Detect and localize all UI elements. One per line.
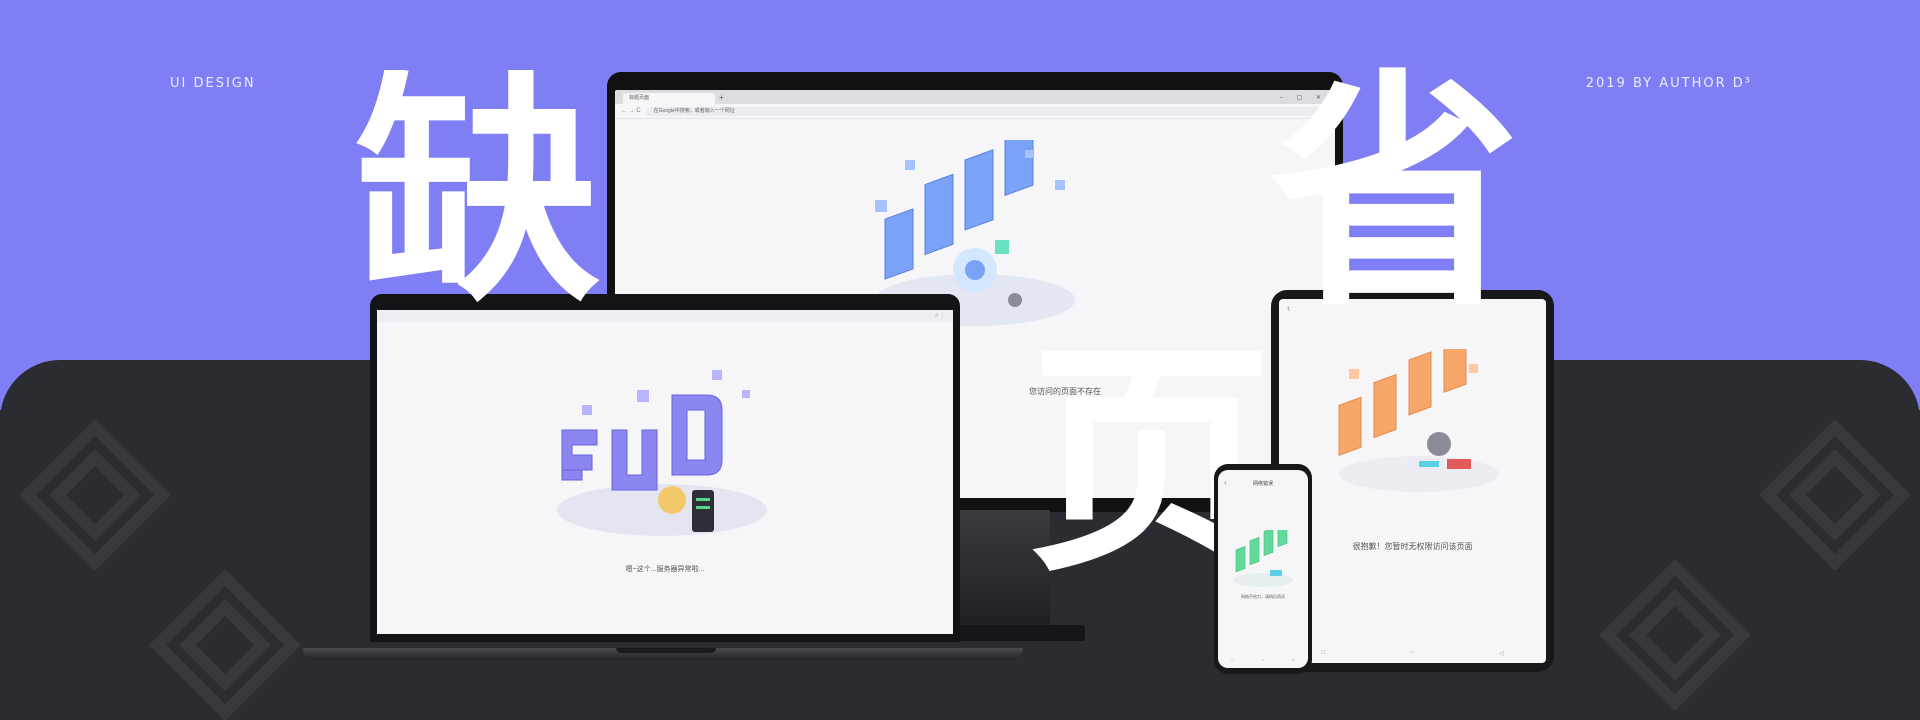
title-char-que: 缺 [355, 50, 600, 335]
isometric-403-illustration [1338, 349, 1499, 492]
tablet-screen: ‹ 很抱歉！您暂时无权限访问该页面 □ ○ ◁ [1279, 299, 1546, 663]
phone-title: 网络错误 [1252, 481, 1273, 487]
watermark-logo-icon [1600, 560, 1750, 710]
watermark-logo-icon [150, 570, 300, 720]
back-nav-icon[interactable]: ◁ [1291, 657, 1294, 662]
title-char-sheng: 省 [1270, 49, 1520, 340]
watermark-logo-icon [20, 420, 170, 570]
toolbar-icons[interactable]: ☆ ⋮ [934, 310, 945, 322]
home-icon[interactable]: ○ [1261, 657, 1263, 662]
laptop-screen: ☆ ⋮ 嗯~这个...服务器异常啦... [377, 310, 953, 634]
phone-nav-bar: □ ○ ◁ [1218, 657, 1308, 662]
laptop: ☆ ⋮ 嗯~这个...服务器异常啦... [370, 294, 960, 642]
browser-tab[interactable]: 标题页面 [623, 93, 715, 104]
smartphone: ‹ 网络错误 网络不给力，请稍后再试 □ ○ ◁ [1214, 464, 1312, 674]
isometric-network-illustration [1233, 530, 1293, 587]
tablet: ‹ 很抱歉！您暂时无权限访问该页面 □ ○ ◁ [1271, 290, 1554, 672]
nav-icons[interactable]: ← → C [621, 108, 641, 114]
tablet-nav-bar: □ ○ ◁ [1279, 650, 1546, 657]
phone-error-message: 网络不给力，请稍后再试 [1241, 594, 1285, 599]
recent-apps-icon[interactable]: □ [1322, 650, 1326, 657]
back-nav-icon[interactable]: ◁ [1499, 650, 1504, 657]
browser-tab-strip: 标题页面 + – ▢ ✕ [615, 90, 1335, 104]
browser-toolbar: ← → C 在Google中搜索，或者输入一个网址 [615, 104, 1335, 119]
isometric-500-illustration [557, 370, 767, 536]
laptop-notch [616, 648, 716, 653]
recent-apps-icon[interactable]: □ [1232, 657, 1234, 662]
author-label: 2019 BY AUTHOR D³ [1585, 76, 1752, 91]
phone-screen: ‹ 网络错误 网络不给力，请稍后再试 □ ○ ◁ [1218, 470, 1308, 668]
tablet-error-message: 很抱歉！您暂时无权限访问该页面 [1352, 542, 1473, 551]
new-tab-button[interactable]: + [719, 92, 724, 104]
ui-design-label: UI DESIGN [170, 76, 256, 91]
omnibox-input[interactable]: 在Google中搜索，或者输入一个网址 [645, 106, 1329, 116]
home-icon[interactable]: ○ [1410, 650, 1414, 657]
laptop-error-message: 嗯~这个...服务器异常啦... [625, 566, 705, 573]
watermark-logo-icon [1760, 420, 1910, 570]
